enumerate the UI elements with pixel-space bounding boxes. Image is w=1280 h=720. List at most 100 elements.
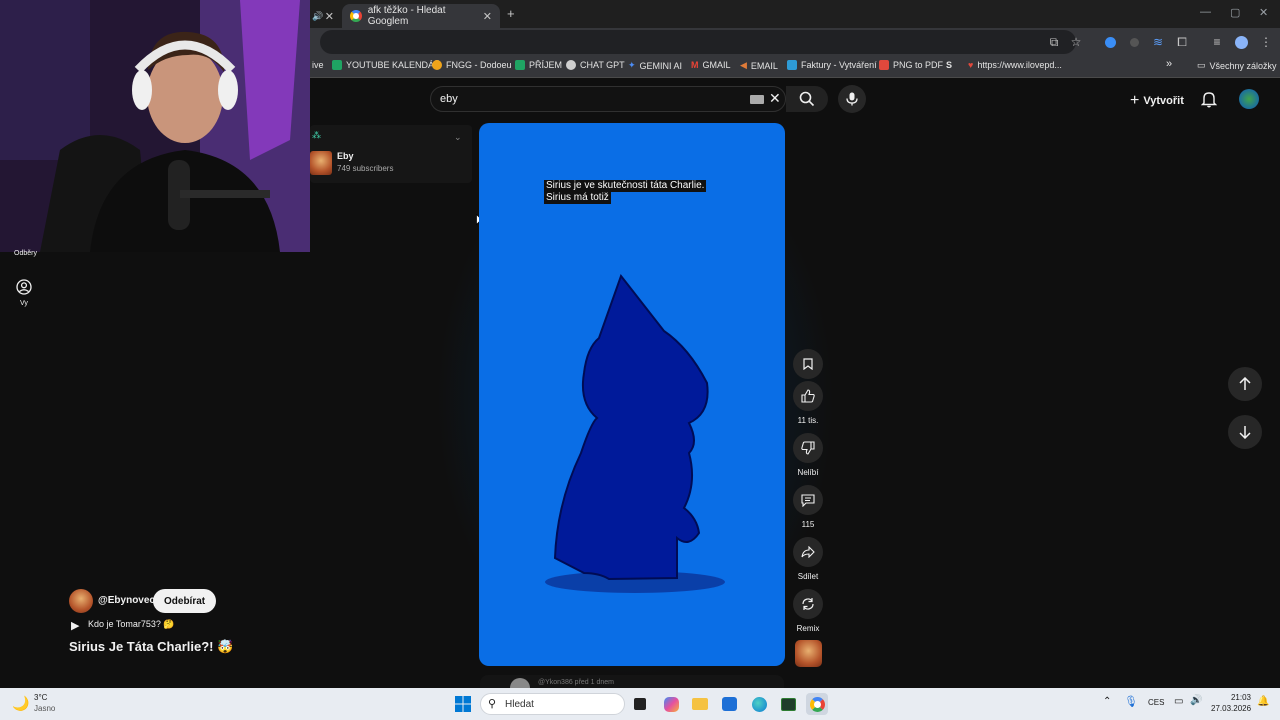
language-indicator[interactable]: CES [1148,698,1164,707]
browser-tab-inactive[interactable]: 🔊 ✕ [310,4,340,28]
dislike-action[interactable]: Nelíbí [793,433,823,477]
comments-action[interactable]: 115 [793,485,823,529]
thumbs-down-icon [801,441,815,455]
task-view-icon[interactable] [629,693,651,715]
extension-dark-icon[interactable] [1126,34,1142,50]
you-label: Vy [20,300,28,307]
bookmark-item[interactable]: ive [312,60,324,70]
bookmark-item[interactable]: FNGG - Dodoeu [432,60,512,70]
bookmark-item[interactable]: CHAT GPT [566,60,625,70]
remix-button[interactable] [793,589,823,619]
file-explorer-icon[interactable] [689,693,711,715]
webcam-overlay [0,0,310,252]
share-action[interactable]: Sdílet [793,537,823,581]
bookmark-item[interactable]: M GMAIL [691,60,731,70]
address-bar[interactable] [320,30,1076,54]
browser-menu-icon[interactable]: ⋮ [1258,34,1274,50]
clock-date[interactable]: 27.03.2026 [1211,704,1251,713]
profile-avatar-icon[interactable] [1233,34,1249,50]
microphone-tray-icon[interactable]: 🎙 [1124,695,1138,708]
subscribe-button[interactable]: Odebírat [153,589,217,613]
streamer-webcam-image [0,0,310,252]
email-icon: ◀ [740,60,747,70]
png-to-pdf-icon [879,60,889,70]
notifications-button[interactable] [1200,90,1218,113]
edge-icon[interactable] [748,693,770,715]
channel-name[interactable]: Eby [337,151,354,161]
short-video-player[interactable]: Sirius je ve skutečnosti táta Charlie. S… [479,123,785,666]
short-channel-avatar[interactable] [69,589,93,613]
account-avatar[interactable] [1239,89,1259,109]
moon-weather-icon[interactable]: 🌙 [12,695,29,712]
maximize-icon[interactable]: ▢ [1230,6,1240,19]
copilot-icon[interactable] [660,693,682,715]
music-track-label[interactable]: Kdo je Tomar753? 🤔 [88,619,175,630]
taskbar-search-placeholder: Hledat [505,699,534,710]
browser-tab-active[interactable]: afk těžko - Hledat Googlem ✕ [342,4,500,28]
commenter-handle: @Ykon386 před 1 dnem [538,679,614,686]
create-button[interactable]: + Vytvořit [1130,92,1184,110]
subscriptions-label[interactable]: Odběry [14,250,37,257]
save-action[interactable] [793,349,823,379]
bookmark-item[interactable]: ◀ EMAIL [740,60,778,71]
dislike-button[interactable] [793,433,823,463]
like-button[interactable] [793,381,823,411]
like-action[interactable]: 11 tis. [793,381,823,425]
remix-action[interactable]: Remix [793,589,823,633]
arrow-up-icon [1239,377,1251,390]
channel-avatar[interactable] [310,151,332,175]
volume-icon[interactable]: 🔊 [1190,695,1202,706]
outlook-icon[interactable] [718,693,740,715]
channel-subscribers: 749 subscribers [337,164,394,173]
taskbar-search[interactable]: ⚲ Hledat [480,693,625,715]
install-app-icon[interactable]: ⧉ [1046,34,1062,50]
remix-icon [802,598,814,610]
share-label: Sdílet [797,572,819,581]
sheets-icon [332,60,342,70]
like-count: 11 tis. [797,416,819,425]
bookmark-item[interactable]: ✦ GEMINI AI [628,60,682,71]
comment-count: 115 [801,520,815,529]
close-tab-icon[interactable]: ✕ [483,10,492,23]
bookmark-item[interactable]: ♥ https://www.ilovepd... [968,60,1062,70]
bookmark-item[interactable]: Faktury - Vytváření [787,60,877,70]
show-hidden-icons-icon[interactable]: ⌃ [1103,696,1111,707]
extension-wave-icon[interactable]: ≋ [1150,34,1166,50]
bookmark-item[interactable]: S [946,60,956,70]
media-controls-icon[interactable]: ≡ [1209,34,1225,50]
network-icon[interactable]: ▭ [1174,696,1183,707]
next-short-button[interactable] [1228,415,1262,449]
start-button[interactable] [452,693,474,715]
more-bookmarks-icon[interactable]: » [1166,58,1172,70]
bookmark-star-icon[interactable]: ☆ [1068,34,1084,50]
windows-taskbar: 🌙 3°C Jasno ⚲ Hledat ⌃ 🎙 CES ▭ 🔊 21:03 2… [0,688,1280,720]
notification-center-icon[interactable]: 🔔 [1257,696,1269,707]
bookmark-item[interactable]: PŘÍJEM [515,60,562,70]
previous-short-button[interactable] [1228,367,1262,401]
new-tab-button[interactable]: + [507,6,515,21]
share-button[interactable] [793,537,823,567]
weather-temperature[interactable]: 3°C [34,693,47,702]
minimize-icon[interactable]: — [1200,6,1211,18]
bookmark-button[interactable] [793,349,823,379]
you-button[interactable] [16,279,32,300]
search-icon: ⚲ [488,698,497,710]
sound-channel-avatar[interactable] [795,640,822,667]
terminal-app-icon[interactable] [777,693,799,715]
comments-button[interactable] [793,485,823,515]
clock-time[interactable]: 21:03 [1213,693,1251,702]
short-channel-handle[interactable]: @Ebynovec [98,595,155,606]
chrome-taskbar-icon[interactable] [806,693,828,715]
tab-title: afk těžko - Hledat Googlem [367,5,446,27]
bookmark-item[interactable]: YOUTUBE KALENDÁŘ [332,60,441,70]
all-bookmarks-folder[interactable]: ▭ Všechny záložky [1197,60,1277,71]
close-tab-icon[interactable]: ✕ [325,10,334,23]
extensions-puzzle-icon[interactable]: ⧠ [1174,34,1190,50]
close-window-icon[interactable]: ✕ [1259,6,1268,19]
share-icon [801,546,815,558]
arrow-down-icon [1239,426,1251,439]
music-play-icon[interactable]: ▶ [71,619,79,632]
invoice-icon [787,60,797,70]
extension-blue-icon[interactable] [1102,34,1118,50]
bookmark-item[interactable]: PNG to PDF [879,60,943,70]
